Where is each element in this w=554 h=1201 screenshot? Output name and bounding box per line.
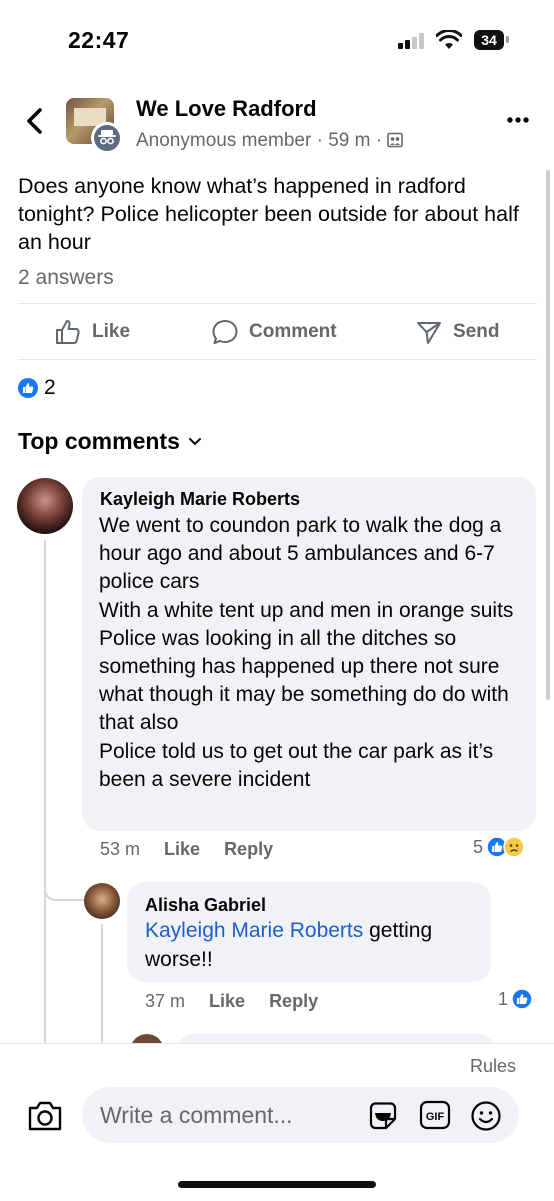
send-label: Send (453, 321, 500, 342)
comment-meta: 53 m Like Reply (100, 839, 273, 860)
comment-reactions[interactable]: 1 (498, 988, 533, 1010)
comment-like-button[interactable]: Like (209, 991, 245, 1012)
comment-text: Kayleigh Marie Roberts getting worse!! (145, 917, 485, 974)
like-button[interactable]: Like (54, 317, 130, 347)
cellular-signal-icon (398, 33, 426, 49)
comment-icon (212, 320, 238, 344)
rules-link[interactable]: Rules (470, 1056, 516, 1077)
battery-icon: 34 (474, 30, 504, 50)
comment-reply-button[interactable]: Reply (269, 991, 318, 1012)
status-time: 22:47 (68, 27, 130, 53)
meta-separator: · (375, 130, 383, 151)
comment-author[interactable]: Alisha Gabriel (145, 895, 266, 916)
wifi-icon (436, 30, 462, 49)
meta-separator: · (316, 130, 323, 151)
sticker-icon[interactable] (366, 1099, 400, 1133)
like-label: Like (92, 321, 131, 342)
back-button[interactable] (20, 104, 50, 138)
thumbs-up-icon (56, 320, 80, 344)
comment-time[interactable]: 37 m (145, 991, 185, 1012)
post-time[interactable]: 59 m (328, 130, 370, 151)
camera-icon[interactable] (26, 1098, 64, 1134)
comment-button[interactable]: Comment (211, 317, 337, 347)
comment-input-placeholder: Write a comment... (100, 1102, 293, 1128)
chevron-down-icon (188, 437, 201, 445)
reaction-summary[interactable]: 2 (18, 376, 56, 400)
comment-reply-button[interactable]: Reply (224, 839, 273, 860)
comment-sort-label: Top comments (18, 428, 180, 454)
divider (18, 303, 537, 304)
comment-time[interactable]: 53 m (100, 839, 140, 860)
like-reaction-icon (511, 988, 533, 1010)
comment-reactions[interactable]: 5 (473, 836, 525, 858)
send-button[interactable]: Send (415, 317, 499, 347)
author-name[interactable]: Anonymous member (136, 130, 311, 151)
more-options-icon[interactable] (504, 108, 532, 132)
group-name[interactable]: We Love Radford (136, 96, 317, 122)
comment-like-button[interactable]: Like (164, 839, 200, 860)
answers-count[interactable]: 2 answers (18, 266, 114, 290)
comment-label: Comment (249, 321, 337, 342)
avatar[interactable] (17, 478, 73, 534)
scrollbar[interactable] (546, 170, 550, 700)
comment-author[interactable]: Kayleigh Marie Roberts (100, 489, 300, 510)
divider (18, 359, 537, 360)
send-icon (417, 322, 441, 344)
anonymous-avatar-icon (91, 122, 123, 154)
thread-line (101, 924, 103, 1043)
sad-reaction-icon (503, 836, 525, 858)
like-reaction-icon (18, 378, 38, 398)
comment-reaction-count: 5 (473, 836, 484, 857)
battery-cap (506, 36, 509, 43)
avatar[interactable] (84, 883, 120, 919)
comment-text: We went to coundon park to walk the dog … (99, 514, 514, 791)
thread-connector (44, 860, 86, 901)
emoji-icon[interactable] (469, 1099, 503, 1133)
home-indicator (178, 1181, 376, 1188)
comment-sort-dropdown[interactable]: Top comments (18, 428, 202, 455)
gif-icon[interactable]: GIF (419, 1099, 451, 1131)
gif-label: GIF (426, 1111, 445, 1123)
mention-link[interactable]: Kayleigh Marie Roberts (145, 919, 363, 942)
post-meta: Anonymous member · 59 m · (136, 130, 404, 152)
reaction-count: 2 (44, 376, 56, 399)
comment-meta: 37 m Like Reply (145, 991, 318, 1012)
post-text: Does anyone know what’s happened in radf… (18, 174, 519, 254)
group-audience-icon (387, 132, 404, 148)
thread-line (44, 540, 46, 1043)
comment-reaction-count: 1 (498, 988, 509, 1009)
